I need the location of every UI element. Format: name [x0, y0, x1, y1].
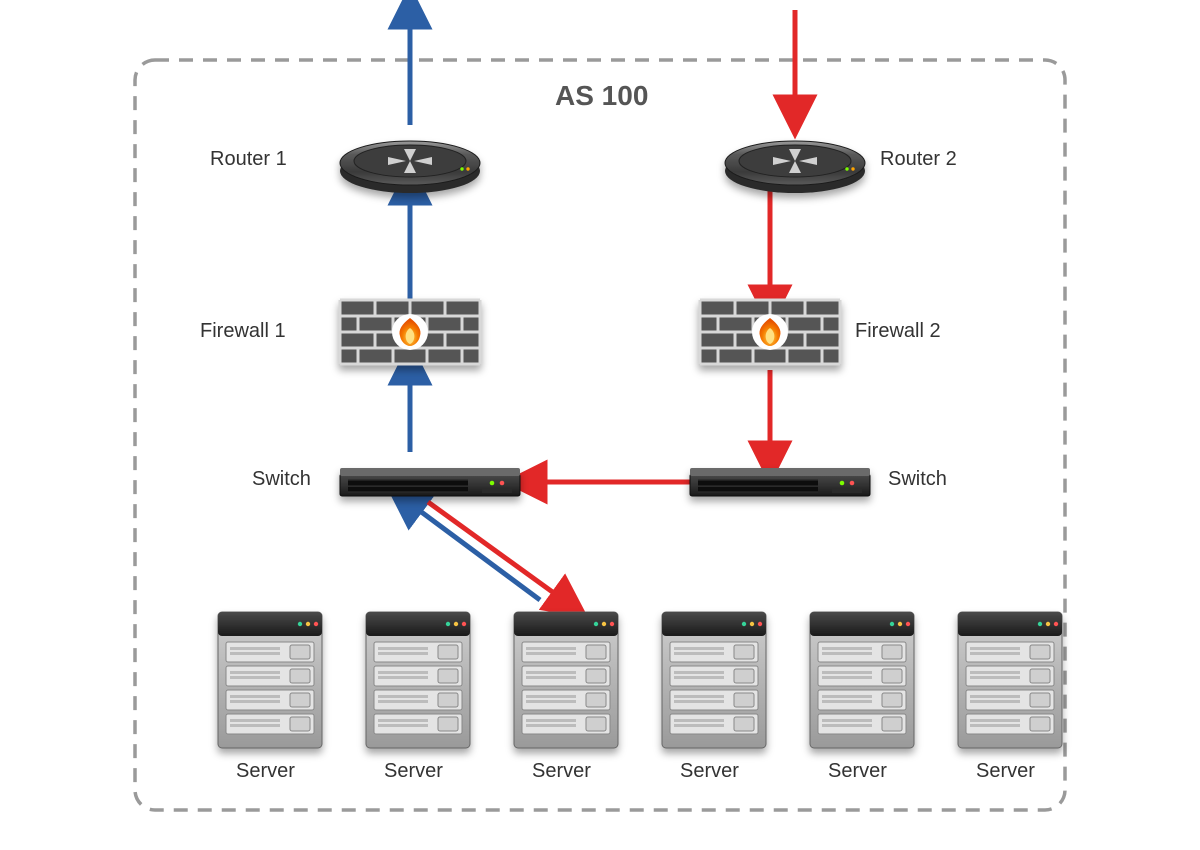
- switch-1-icon: [340, 468, 520, 496]
- firewall-1-label: Firewall 1: [200, 320, 286, 343]
- diagram-canvas: AS 100 Router 1 Router 2 Firewall 1 Fire…: [0, 0, 1200, 850]
- firewall-2-label: Firewall 2: [855, 320, 941, 343]
- switch-1-label: Switch: [252, 468, 311, 491]
- router-2-label: Router 2: [880, 148, 957, 171]
- server-label: Server: [680, 760, 739, 783]
- firewall-2-icon: [700, 300, 840, 364]
- server-label: Server: [828, 760, 887, 783]
- server-icon: [514, 612, 618, 748]
- diagram-svg: [0, 0, 1200, 850]
- server-icon: [810, 612, 914, 748]
- server-label: Server: [532, 760, 591, 783]
- as-title: AS 100: [555, 80, 648, 112]
- server-label: Server: [384, 760, 443, 783]
- server-icon: [662, 612, 766, 748]
- router-1-icon: [340, 141, 480, 193]
- switch-2-icon: [690, 468, 870, 496]
- server-icon: [218, 612, 322, 748]
- switch-2-label: Switch: [888, 468, 947, 491]
- firewall-1-icon: [340, 300, 480, 364]
- server-label: Server: [236, 760, 295, 783]
- server-label: Server: [976, 760, 1035, 783]
- router-1-label: Router 1: [210, 148, 287, 171]
- router-2-icon: [725, 141, 865, 193]
- server-icon: [366, 612, 470, 748]
- server-icon: [958, 612, 1062, 748]
